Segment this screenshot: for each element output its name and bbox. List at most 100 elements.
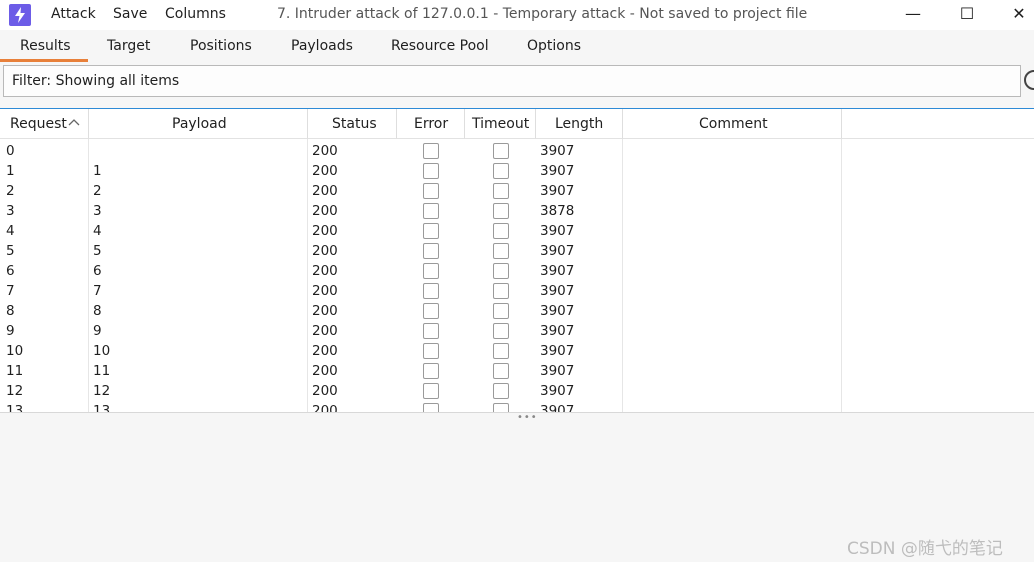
tab-results[interactable]: Results [20,38,71,54]
table-row[interactable]: 0 200 3907 [0,143,1034,163]
error-checkbox[interactable] [423,343,439,359]
cell-request: 9 [6,323,15,339]
cell-status: 200 [312,283,338,299]
error-checkbox[interactable] [423,283,439,299]
timeout-checkbox[interactable] [493,163,509,179]
cell-length: 3907 [540,363,575,379]
menu-save[interactable]: Save [113,6,147,22]
column-header-filler [842,109,1034,139]
error-checkbox[interactable] [423,163,439,179]
menu-attack[interactable]: Attack [51,6,96,22]
cell-payload: 6 [93,263,102,279]
cell-request: 1 [6,163,15,179]
cell-length: 3878 [540,203,575,219]
column-header-comment[interactable]: Comment [623,109,842,139]
cell-request: 5 [6,243,15,259]
table-row[interactable]: 2 2 200 3907 [0,183,1034,203]
cell-length: 3907 [540,143,575,159]
error-checkbox[interactable] [423,223,439,239]
cell-status: 200 [312,303,338,319]
column-header-request[interactable]: Request [0,109,89,139]
error-checkbox[interactable] [423,183,439,199]
timeout-checkbox[interactable] [493,383,509,399]
timeout-checkbox[interactable] [493,243,509,259]
tab-payloads[interactable]: Payloads [291,38,353,54]
table-row[interactable]: 3 3 200 3878 [0,203,1034,223]
cell-length: 3907 [540,263,575,279]
burp-lightning-icon [9,4,31,26]
drag-handle-icon[interactable]: ••• [517,413,538,423]
table-row[interactable]: 4 4 200 3907 [0,223,1034,243]
column-header-label: Length [555,116,604,132]
chevron-up-icon [68,115,80,131]
cell-request: 4 [6,223,15,239]
tab-target[interactable]: Target [107,38,150,54]
cell-request: 10 [6,343,24,359]
table-row[interactable]: 5 5 200 3907 [0,243,1034,263]
column-header-label: Request [10,116,67,132]
timeout-checkbox[interactable] [493,203,509,219]
cell-length: 3907 [540,163,575,179]
maximize-button[interactable]: ☐ [952,3,982,25]
column-header-status[interactable]: Status [308,109,397,139]
window-title: 7. Intruder attack of 127.0.0.1 - Tempor… [277,6,808,22]
cell-length: 3907 [540,343,575,359]
cell-payload: 3 [93,203,102,219]
cell-length: 3907 [540,223,575,239]
timeout-checkbox[interactable] [493,363,509,379]
error-checkbox[interactable] [423,383,439,399]
error-checkbox[interactable] [423,323,439,339]
column-header-label: Error [414,116,449,132]
menu-columns[interactable]: Columns [165,6,226,22]
filter-bar[interactable]: Filter: Showing all items [3,65,1021,97]
cell-status: 200 [312,383,338,399]
column-header-label: Payload [172,116,227,132]
cell-request: 3 [6,203,15,219]
cell-request: 7 [6,283,15,299]
tab-bar: Results Target Positions Payloads Resour… [0,33,1034,62]
cell-request: 8 [6,303,15,319]
cell-request: 6 [6,263,15,279]
timeout-checkbox[interactable] [493,323,509,339]
cell-request: 0 [6,143,15,159]
column-header-label: Timeout [472,116,530,132]
tab-positions[interactable]: Positions [190,38,252,54]
timeout-checkbox[interactable] [493,143,509,159]
error-checkbox[interactable] [423,203,439,219]
table-row[interactable]: 7 7 200 3907 [0,283,1034,303]
table-row[interactable]: 10 10 200 3907 [0,343,1034,363]
cell-payload: 10 [93,343,111,359]
error-checkbox[interactable] [423,263,439,279]
timeout-checkbox[interactable] [493,183,509,199]
table-row[interactable]: 9 9 200 3907 [0,323,1034,343]
error-checkbox[interactable] [423,363,439,379]
table-row[interactable]: 6 6 200 3907 [0,263,1034,283]
column-header-error[interactable]: Error [397,109,465,139]
timeout-checkbox[interactable] [493,283,509,299]
cell-length: 3907 [540,183,575,199]
error-checkbox[interactable] [423,143,439,159]
column-header-payload[interactable]: Payload [89,109,308,139]
table-row[interactable]: 1 1 200 3907 [0,163,1034,183]
timeout-checkbox[interactable] [493,343,509,359]
column-header-length[interactable]: Length [536,109,623,139]
tab-options[interactable]: Options [527,38,581,54]
table-row[interactable]: 8 8 200 3907 [0,303,1034,323]
timeout-checkbox[interactable] [493,303,509,319]
cell-payload: 4 [93,223,102,239]
timeout-checkbox[interactable] [493,263,509,279]
title-bar: Attack Save Columns 7. Intruder attack o… [0,0,1034,30]
results-table[interactable]: Request Payload Status Error Timeout Len… [0,108,1034,414]
error-checkbox[interactable] [423,303,439,319]
cell-length: 3907 [540,303,575,319]
cell-request: 11 [6,363,24,379]
help-circle-icon[interactable] [1024,70,1034,90]
error-checkbox[interactable] [423,243,439,259]
timeout-checkbox[interactable] [493,223,509,239]
table-row[interactable]: 12 12 200 3907 [0,383,1034,403]
table-row[interactable]: 11 11 200 3907 [0,363,1034,383]
tab-resource-pool[interactable]: Resource Pool [391,38,489,54]
close-button[interactable]: ✕ [1004,3,1034,25]
column-header-timeout[interactable]: Timeout [465,109,536,139]
minimize-button[interactable]: — [898,3,928,25]
